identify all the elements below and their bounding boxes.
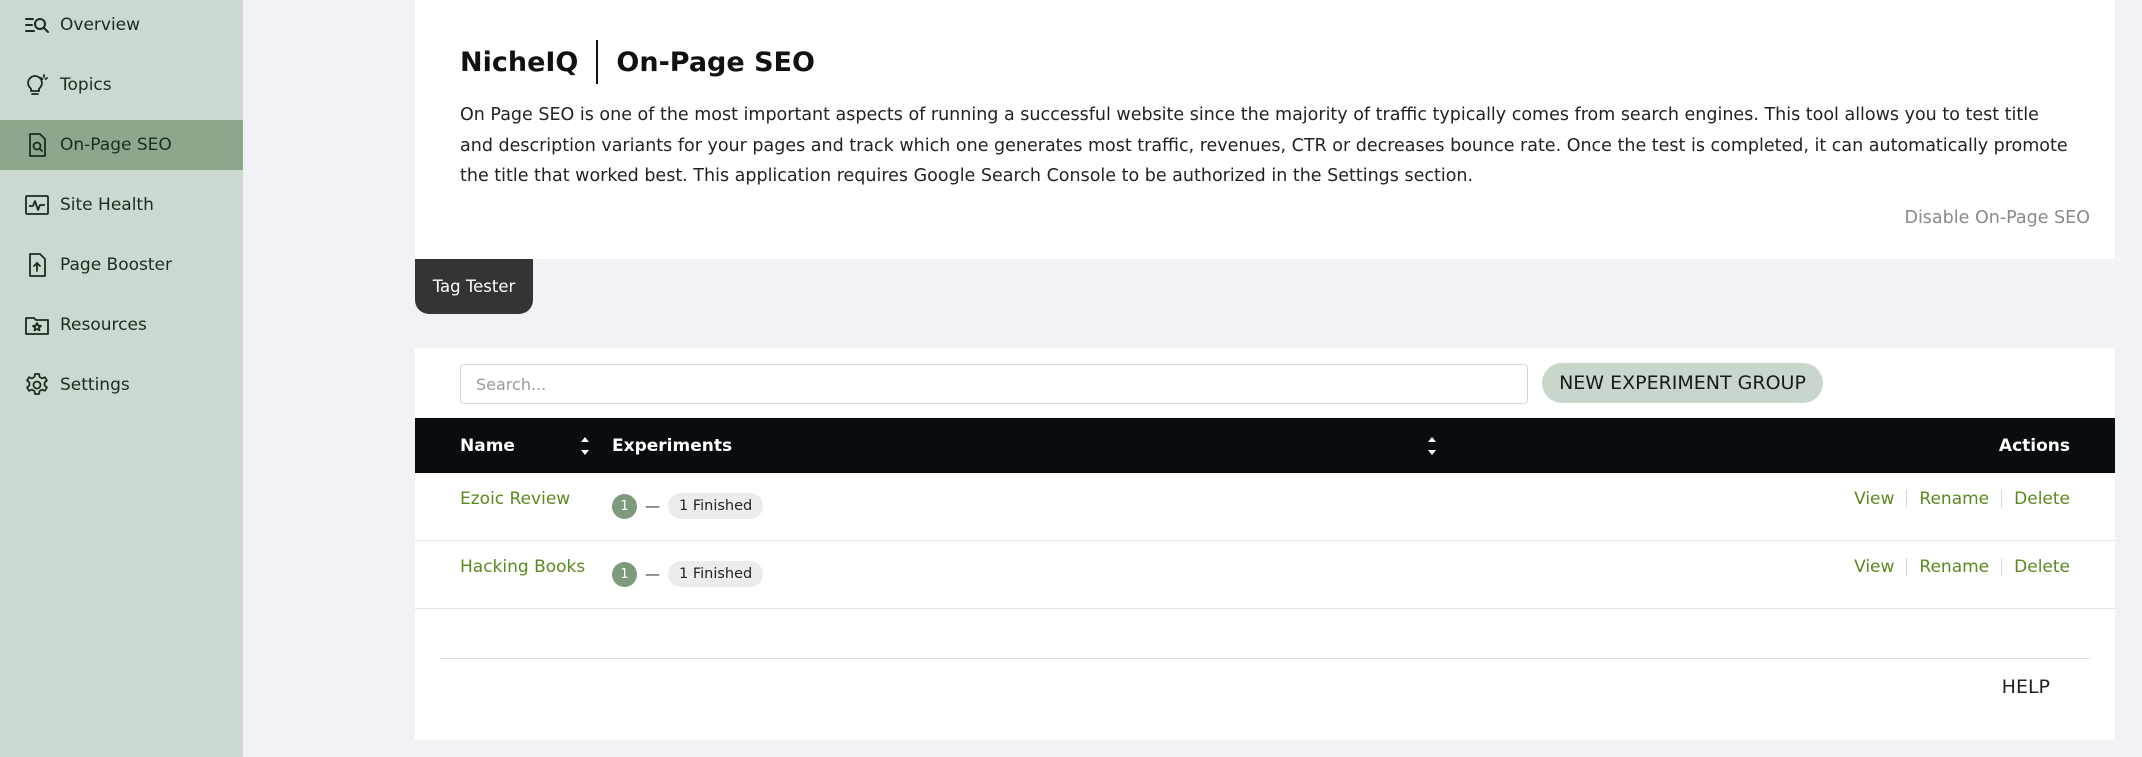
rename-link[interactable]: Rename (1919, 489, 1989, 509)
help-link[interactable]: HELP (2002, 676, 2050, 698)
document-search-icon (24, 132, 50, 158)
sidebar-item-label: Topics (60, 75, 112, 95)
footer-divider (440, 658, 2090, 659)
table-row: Ezoic Review 1 — 1 Finished View Rename … (415, 473, 2115, 541)
experiment-group-name-link[interactable]: Ezoic Review (460, 489, 570, 509)
sidebar-item-label: On-Page SEO (60, 135, 172, 155)
sidebar-item-label: Site Health (60, 195, 154, 215)
column-header-experiments[interactable]: Experiments (612, 418, 732, 473)
action-divider (2001, 490, 2003, 508)
sidebar-item-on-page-seo[interactable]: On-Page SEO (0, 120, 243, 170)
delete-link[interactable]: Delete (2014, 489, 2070, 509)
experiment-count-badge: 1 (612, 493, 637, 519)
sidebar-item-resources[interactable]: Resources (0, 300, 243, 350)
title-row: NicheIQ On-Page SEO (460, 40, 815, 84)
brand-name: NicheIQ (460, 46, 579, 78)
sidebar-item-site-health[interactable]: Site Health (0, 180, 243, 230)
pulse-icon (24, 192, 50, 218)
status-badge: 1 Finished (668, 561, 764, 587)
experiment-count-badge: 1 (612, 561, 637, 587)
sort-name-icon[interactable] (579, 434, 591, 458)
column-header-name[interactable]: Name (460, 418, 515, 473)
column-header-actions: Actions (1998, 435, 2070, 456)
action-divider (2001, 558, 2003, 576)
action-divider (1906, 558, 1908, 576)
tab-tag-tester[interactable]: Tag Tester (415, 259, 533, 314)
page-title: On-Page SEO (616, 46, 815, 78)
sidebar-item-overview[interactable]: Overview (0, 0, 243, 50)
summary-dash: — (645, 497, 660, 515)
lightbulb-icon (24, 72, 50, 98)
summary-dash: — (645, 565, 660, 583)
new-experiment-group-button[interactable]: NEW EXPERIMENT GROUP (1542, 363, 1823, 403)
sidebar-item-label: Page Booster (60, 255, 172, 275)
overview-search-icon (24, 12, 50, 38)
experiment-group-name-link[interactable]: Hacking Books (460, 557, 585, 577)
sidebar: Overview Topics On-Page SEO Site Health … (0, 0, 243, 757)
experiment-groups-card: NEW EXPERIMENT GROUP Name Experiments Ac… (415, 348, 2115, 740)
sidebar-item-page-booster[interactable]: Page Booster (0, 240, 243, 290)
sidebar-item-settings[interactable]: Settings (0, 360, 243, 410)
action-divider (1906, 490, 1908, 508)
experiment-summary: 1 — 1 Finished (612, 561, 764, 587)
row-actions: View Rename Delete (1854, 489, 2070, 509)
sidebar-item-topics[interactable]: Topics (0, 60, 243, 110)
view-link[interactable]: View (1854, 489, 1894, 509)
page-description: On Page SEO is one of the most important… (460, 105, 2068, 186)
experiment-summary: 1 — 1 Finished (612, 493, 764, 519)
status-badge: 1 Finished (668, 493, 764, 519)
gear-icon (24, 372, 50, 398)
sidebar-item-label: Overview (60, 15, 141, 35)
view-link[interactable]: View (1854, 557, 1894, 577)
rename-link[interactable]: Rename (1919, 557, 1989, 577)
search-input[interactable] (460, 364, 1528, 404)
sidebar-item-label: Resources (60, 315, 147, 335)
file-upload-icon (24, 252, 50, 278)
header-card: NicheIQ On-Page SEO On Page SEO is one o… (415, 0, 2115, 259)
row-actions: View Rename Delete (1854, 557, 2070, 577)
disable-on-page-seo-link[interactable]: Disable On-Page SEO (1904, 208, 2090, 228)
delete-link[interactable]: Delete (2014, 557, 2070, 577)
sidebar-item-label: Settings (60, 375, 130, 395)
sort-experiments-icon[interactable] (1426, 434, 1438, 458)
table-header: Name Experiments Actions (415, 418, 2115, 473)
table-row: Hacking Books 1 — 1 Finished View Rename… (415, 541, 2115, 609)
folder-star-icon (24, 312, 50, 338)
